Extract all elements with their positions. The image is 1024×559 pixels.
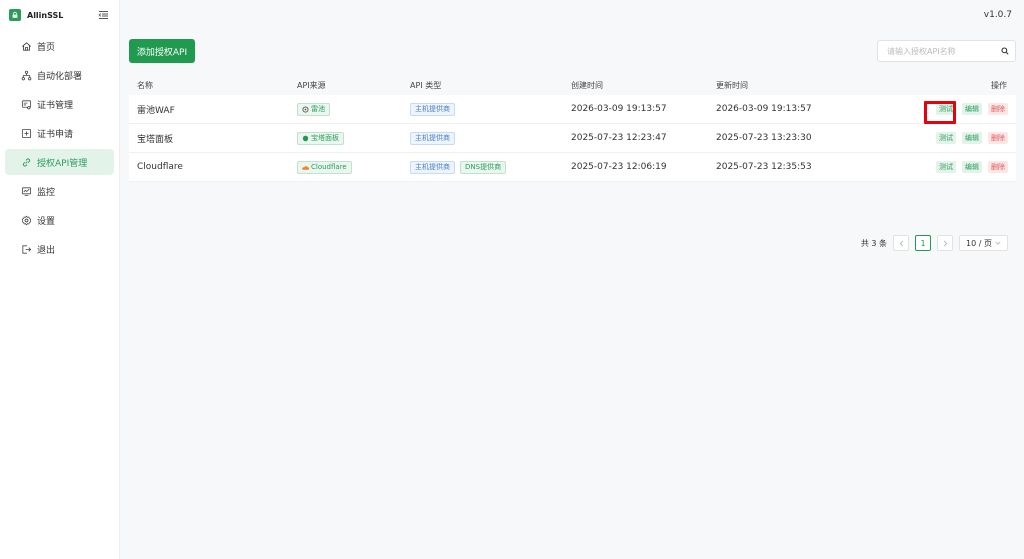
sidebar-nav: 首页 自动化部署 证书管理 证书申请 授权API管理 监控 设置 退出: [0, 33, 119, 262]
delete-button[interactable]: 删除: [988, 132, 1008, 144]
sidebar-item-settings[interactable]: 设置: [5, 207, 114, 233]
auth-api-table: 名称 API来源 API 类型 创建时间 更新时间 操作 雷池WAF 雷池 主机…: [129, 75, 1016, 182]
type-tag: 主机提供商: [410, 160, 455, 174]
row-source-cell: 雷池: [297, 95, 330, 123]
search-icon[interactable]: [995, 47, 1015, 55]
search-input[interactable]: [878, 46, 995, 56]
page-size-select[interactable]: 10 / 页: [959, 235, 1008, 251]
sidebar-item-logout[interactable]: 退出: [5, 236, 114, 262]
sidebar-item-label: 证书申请: [37, 129, 74, 140]
edit-button[interactable]: 编辑: [962, 103, 982, 115]
sidebar-item-label: 授权API管理: [37, 158, 88, 169]
sidebar-item-apply[interactable]: 证书申请: [5, 120, 114, 146]
sidebar-item-label: 退出: [37, 245, 56, 256]
row-actions: 测试 编辑 删除: [930, 95, 1008, 123]
add-auth-api-button[interactable]: 添加授权API: [129, 39, 195, 63]
app-name: AllinSSL: [27, 10, 64, 20]
pagination: 共 3 条 1 10 / 页: [861, 235, 1008, 251]
type-tag: 主机提供商: [410, 131, 455, 145]
row-created: 2025-07-23 12:23:47: [571, 133, 667, 143]
source-tag-label: Cloudflare: [311, 163, 347, 171]
row-name: 雷池WAF: [137, 105, 175, 116]
gear-icon: [20, 214, 32, 226]
sidebar-item-home[interactable]: 首页: [5, 33, 114, 59]
row-type-cell: 主机提供商: [410, 95, 460, 123]
row-actions: 测试 编辑 删除: [930, 124, 1008, 152]
logout-icon: [20, 243, 32, 255]
sidebar-item-label: 监控: [37, 187, 56, 198]
sidebar-item-label: 首页: [37, 42, 56, 53]
test-button[interactable]: 测试: [936, 161, 956, 173]
brand: AllinSSL: [0, 0, 119, 30]
source-tag-label: 宝塔面板: [311, 134, 339, 142]
edit-button[interactable]: 编辑: [962, 132, 982, 144]
apply-icon: [20, 127, 32, 139]
row-updated: 2025-07-23 12:35:53: [716, 162, 812, 172]
home-icon: [20, 40, 32, 52]
column-header-actions: 操作: [991, 80, 1007, 90]
type-tag: 主机提供商: [410, 102, 455, 116]
main-content: 添加授权API 名称 API来源 API 类型 创建时间 更新时间 操作 雷池W…: [129, 35, 1016, 251]
column-header-created: 创建时间: [571, 80, 603, 90]
safeline-icon: [302, 105, 309, 113]
row-name: Cloudflare: [137, 162, 183, 172]
column-header-source: API来源: [297, 80, 326, 90]
sidebar-item-label: 设置: [37, 216, 56, 227]
sidebar-item-label: 证书管理: [37, 100, 74, 111]
delete-button[interactable]: 删除: [988, 161, 1008, 173]
collapse-menu-icon[interactable]: [96, 8, 110, 22]
test-button[interactable]: 测试: [936, 132, 956, 144]
row-type-cell: 主机提供商: [410, 124, 460, 152]
table-row: 宝塔面板 宝塔面板 主机提供商 2025-07-23 12:23:47 2025…: [129, 124, 1016, 153]
row-created: 2025-07-23 12:06:19: [571, 162, 667, 172]
row-source-cell: Cloudflare: [297, 153, 352, 181]
app-logo-icon: [9, 9, 21, 21]
cloudflare-icon: [302, 165, 309, 170]
chevron-left-icon: [899, 239, 903, 247]
chevron-right-icon: [943, 239, 947, 247]
source-tag-label: 雷池: [311, 105, 325, 113]
column-header-type: API 类型: [410, 80, 442, 90]
certificate-icon: [20, 98, 32, 110]
page-button-current[interactable]: 1: [915, 235, 931, 251]
row-updated: 2025-07-23 13:23:30: [716, 133, 812, 143]
row-updated: 2026-03-09 19:13:57: [716, 104, 812, 114]
workflow-icon: [20, 69, 32, 81]
type-tag: DNS提供商: [460, 160, 507, 174]
pagination-total: 共 3 条: [860, 238, 887, 248]
row-source-cell: 宝塔面板: [297, 124, 344, 152]
sidebar: AllinSSL 首页 自动化部署 证书管理 证书申请 授权API管理 监控 设…: [0, 0, 120, 559]
link-icon: [20, 156, 32, 168]
row-type-cell: 主机提供商 DNS提供商: [410, 153, 507, 181]
source-tag: 雷池: [297, 102, 330, 116]
table-header: 名称 API来源 API 类型 创建时间 更新时间 操作: [129, 75, 1016, 95]
page-size-label: 10 / 页: [966, 238, 992, 248]
delete-button[interactable]: 删除: [988, 103, 1008, 115]
monitor-icon: [20, 185, 32, 197]
search-box: [877, 40, 1016, 62]
sidebar-item-automation[interactable]: 自动化部署: [5, 62, 114, 88]
edit-button[interactable]: 编辑: [962, 161, 982, 173]
source-tag: 宝塔面板: [297, 131, 344, 145]
sidebar-item-certificates[interactable]: 证书管理: [5, 91, 114, 117]
column-header-name: 名称: [137, 80, 153, 90]
source-tag: Cloudflare: [297, 160, 352, 174]
prev-page-button[interactable]: [893, 235, 909, 251]
sidebar-item-auth-api[interactable]: 授权API管理: [5, 149, 114, 175]
row-name: 宝塔面板: [137, 134, 174, 145]
app-version: v1.0.7: [983, 10, 1012, 20]
sidebar-item-monitor[interactable]: 监控: [5, 178, 114, 204]
toolbar: 添加授权API: [129, 35, 1016, 68]
test-button[interactable]: 测试: [936, 103, 956, 115]
btpanel-icon: [302, 135, 309, 141]
table-row: Cloudflare Cloudflare 主机提供商 DNS提供商 2025-…: [129, 153, 1016, 182]
row-actions: 测试 编辑 删除: [930, 153, 1008, 181]
sidebar-item-label: 自动化部署: [37, 71, 83, 82]
chevron-down-icon: [995, 241, 1001, 245]
row-created: 2026-03-09 19:13:57: [571, 104, 667, 114]
next-page-button[interactable]: [937, 235, 953, 251]
table-row: 雷池WAF 雷池 主机提供商 2026-03-09 19:13:57 2026-…: [129, 95, 1016, 124]
column-header-updated: 更新时间: [716, 80, 748, 90]
